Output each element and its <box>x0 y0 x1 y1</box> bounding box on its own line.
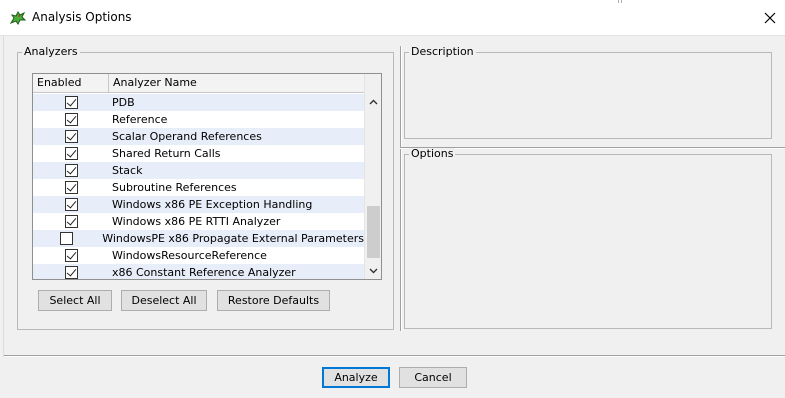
select-all-button[interactable]: Select All <box>38 290 112 311</box>
analyzer-name: x86 Constant Reference Analyzer <box>112 266 296 279</box>
enabled-checkbox[interactable] <box>64 130 78 143</box>
enabled-checkbox[interactable] <box>64 198 78 211</box>
enabled-cell <box>33 113 109 126</box>
enabled-cell <box>33 232 99 245</box>
table-row[interactable]: WindowsResourceReference <box>33 247 364 264</box>
close-button[interactable] <box>755 0 785 36</box>
deselect-all-button[interactable]: Deselect All <box>121 290 207 311</box>
restore-defaults-button[interactable]: Restore Defaults <box>217 290 330 311</box>
enabled-checkbox[interactable] <box>64 96 78 109</box>
scroll-up-arrow-icon[interactable] <box>368 96 379 107</box>
options-group: Options <box>404 148 772 329</box>
column-header-analyzer-name[interactable]: Analyzer Name <box>109 74 364 93</box>
analyzers-group: Analyzers Enabled Analyzer Name PDB Refer… <box>17 46 394 330</box>
vertical-scrollbar[interactable] <box>364 74 381 279</box>
background-window-edge <box>618 0 622 3</box>
enabled-checkbox[interactable] <box>64 249 78 262</box>
table-row[interactable]: Shared Return Calls <box>33 145 364 162</box>
analyzer-name: Windows x86 PE RTTI Analyzer <box>112 215 281 228</box>
enabled-cell <box>33 215 109 228</box>
analyzer-name: WindowsPE x86 Propagate External Paramet… <box>102 232 364 245</box>
enabled-cell <box>33 266 109 279</box>
analyzers-table: Enabled Analyzer Name PDB Reference Scalar… <box>32 73 382 280</box>
close-icon <box>764 12 776 24</box>
scrollbar-thumb[interactable] <box>367 206 380 258</box>
table-row[interactable]: Windows x86 PE RTTI Analyzer <box>33 213 364 230</box>
table-row[interactable]: WindowsPE x86 Propagate External Paramet… <box>33 230 364 247</box>
window-title: Analysis Options <box>32 10 132 24</box>
table-row[interactable]: Subroutine References <box>33 179 364 196</box>
analyzer-name: WindowsResourceReference <box>112 249 267 262</box>
analyzer-name: Windows x86 PE Exception Handling <box>112 198 313 211</box>
column-header-enabled[interactable]: Enabled <box>33 74 109 93</box>
table-row[interactable]: PDB <box>33 94 364 111</box>
description-group: Description <box>404 46 772 139</box>
enabled-checkbox[interactable] <box>64 215 78 228</box>
enabled-checkbox[interactable] <box>59 232 73 245</box>
enabled-cell <box>33 164 109 177</box>
enabled-cell <box>33 181 109 194</box>
analyzer-name: Subroutine References <box>112 181 237 194</box>
table-row[interactable]: Stack <box>33 162 364 179</box>
analyze-button[interactable]: Analyze <box>322 367 390 388</box>
enabled-cell <box>33 147 109 160</box>
enabled-cell <box>33 130 109 143</box>
table-header: Enabled Analyzer Name <box>33 74 364 93</box>
enabled-cell <box>33 198 109 211</box>
analyzer-name: PDB <box>112 96 135 109</box>
title-bar: Analysis Options <box>0 0 785 36</box>
footer-area <box>0 357 785 398</box>
enabled-cell <box>33 96 109 109</box>
enabled-checkbox[interactable] <box>64 266 78 279</box>
enabled-cell <box>33 249 109 262</box>
analyzer-name: Shared Return Calls <box>112 147 221 160</box>
table-body: PDB Reference Scalar Operand References Sha… <box>33 94 364 279</box>
dragon-icon <box>9 9 27 27</box>
enabled-checkbox[interactable] <box>64 113 78 126</box>
analyzer-name: Stack <box>112 164 143 177</box>
table-row[interactable]: Scalar Operand References <box>33 128 364 145</box>
table-row[interactable]: Reference <box>33 111 364 128</box>
enabled-checkbox[interactable] <box>64 181 78 194</box>
split-pane-divider-vertical[interactable] <box>400 46 402 331</box>
enabled-checkbox[interactable] <box>64 147 78 160</box>
analyzers-group-label: Analyzers <box>22 45 80 58</box>
enabled-checkbox[interactable] <box>64 164 78 177</box>
cancel-button[interactable]: Cancel <box>399 367 467 388</box>
description-group-label: Description <box>409 45 476 58</box>
table-row[interactable]: Windows x86 PE Exception Handling <box>33 196 364 213</box>
analyzer-name: Scalar Operand References <box>112 130 262 143</box>
options-group-label: Options <box>409 147 456 160</box>
scroll-down-arrow-icon[interactable] <box>368 265 379 276</box>
split-pane-divider-horizontal[interactable] <box>400 147 785 149</box>
window-left-edge <box>0 36 4 358</box>
table-row[interactable]: x86 Constant Reference Analyzer <box>33 264 364 279</box>
analyzer-name: Reference <box>112 113 168 126</box>
